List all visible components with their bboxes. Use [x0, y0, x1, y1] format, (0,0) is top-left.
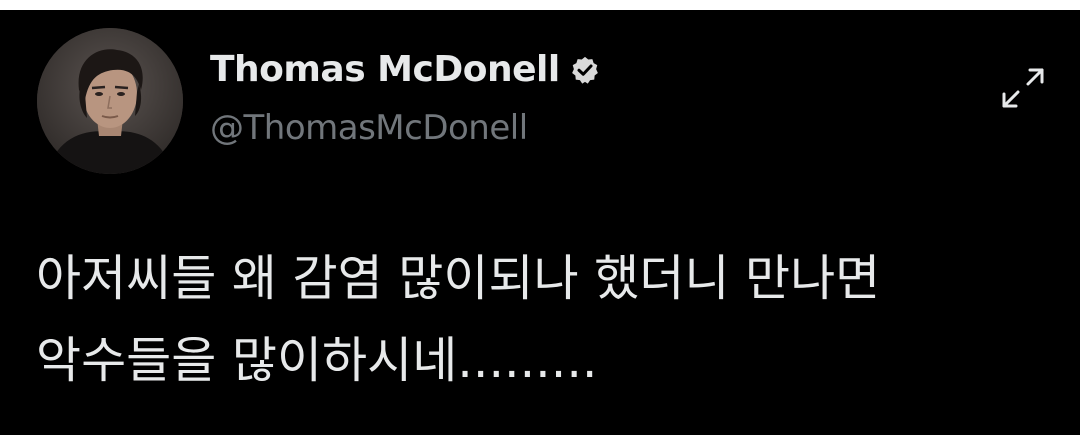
verified-badge-icon	[571, 56, 598, 84]
author-handle[interactable]: @ThomasMcDonell	[210, 108, 528, 148]
screenshot-canvas: Thomas McDonell @ThomasMcDonell 아저씨들 왜 감…	[0, 0, 1080, 445]
tweet-text-line: 아저씨들 왜 감염 많이되나 했더니 만나면	[36, 250, 881, 307]
author-name-row: Thomas McDonell	[210, 48, 600, 92]
tweet-text-line: 악수들을 많이하시네.........	[36, 332, 598, 389]
tweet-text: 아저씨들 왜 감염 많이되나 했더니 만나면 악수들을 많이하시네.......…	[36, 238, 1056, 402]
tweet-card: Thomas McDonell @ThomasMcDonell 아저씨들 왜 감…	[0, 10, 1080, 435]
author-display-name[interactable]: Thomas McDonell	[210, 48, 560, 92]
avatar-photo	[37, 28, 183, 174]
avatar[interactable]	[37, 28, 183, 174]
expand-arrows-icon[interactable]	[996, 64, 1050, 112]
